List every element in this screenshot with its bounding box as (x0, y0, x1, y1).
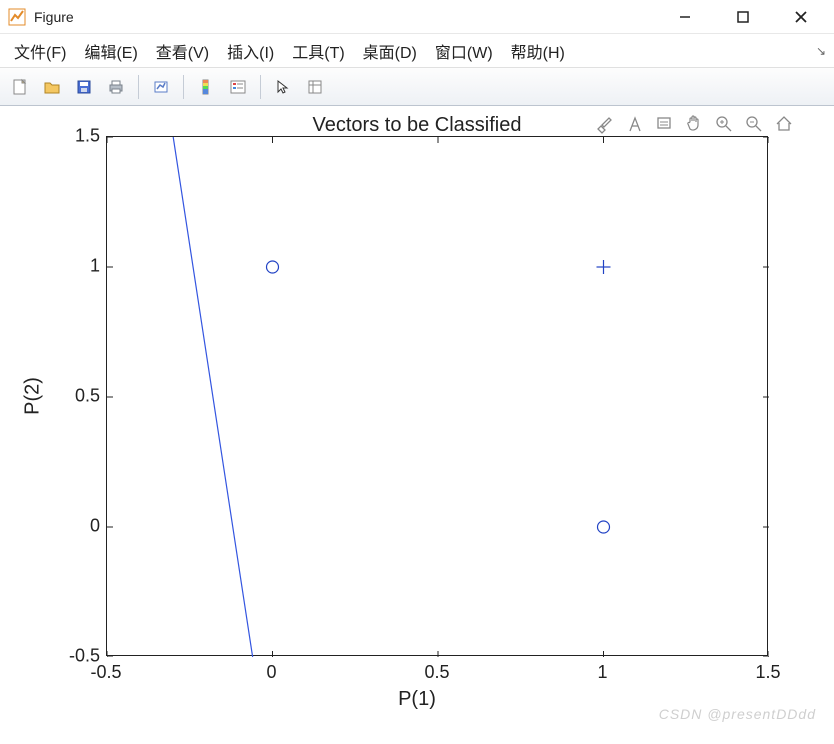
toolbar (0, 68, 834, 106)
y-tick-label: -0.5 (40, 646, 100, 667)
menu-desktop[interactable]: 桌面(D) (359, 37, 421, 65)
property-editor-button[interactable] (301, 73, 329, 101)
menu-help[interactable]: 帮助(H) (507, 37, 569, 65)
colorbar-button[interactable] (192, 73, 220, 101)
y-tick-label: 0 (40, 516, 100, 537)
window-title: Figure (34, 9, 670, 25)
open-file-button[interactable] (38, 73, 66, 101)
toolbar-separator (138, 75, 139, 99)
close-button[interactable] (786, 5, 816, 29)
brush-icon[interactable] (592, 112, 616, 136)
x-tick-label: 0 (266, 662, 276, 683)
plot-svg (107, 137, 769, 657)
home-icon[interactable] (772, 112, 796, 136)
datatips-icon[interactable] (652, 112, 676, 136)
titlebar: Figure (0, 0, 834, 34)
x-tick-label: 0.5 (424, 662, 449, 683)
axes[interactable] (106, 136, 768, 656)
menu-file[interactable]: 文件(F) (10, 37, 70, 65)
matlab-figure-icon (8, 8, 26, 26)
watermark: CSDN @presentDDdd (659, 706, 816, 722)
menu-tools[interactable]: 工具(T) (288, 37, 348, 65)
menu-window[interactable]: 窗口(W) (431, 37, 497, 65)
toolbar-separator (183, 75, 184, 99)
x-tick-label: 1.5 (755, 662, 780, 683)
rotate-icon[interactable] (622, 112, 646, 136)
link-plot-button[interactable] (147, 73, 175, 101)
toolbar-separator (260, 75, 261, 99)
menu-edit[interactable]: 编辑(E) (80, 37, 141, 65)
menubar: 文件(F) 编辑(E) 查看(V) 插入(I) 工具(T) 桌面(D) 窗口(W… (0, 34, 834, 68)
save-button[interactable] (70, 73, 98, 101)
print-button[interactable] (102, 73, 130, 101)
window-controls (670, 5, 826, 29)
x-tick-label: 1 (597, 662, 607, 683)
y-tick-label: 0.5 (40, 386, 100, 407)
menu-expand-icon[interactable]: ↘ (816, 44, 826, 58)
edit-cursor-button[interactable] (269, 73, 297, 101)
minimize-button[interactable] (670, 5, 700, 29)
menu-view[interactable]: 查看(V) (152, 37, 213, 65)
axes-toolbar (592, 112, 796, 136)
zoom-in-icon[interactable] (712, 112, 736, 136)
maximize-button[interactable] (728, 5, 758, 29)
legend-button[interactable] (224, 73, 252, 101)
zoom-out-icon[interactable] (742, 112, 766, 136)
new-figure-button[interactable] (6, 73, 34, 101)
menu-insert[interactable]: 插入(I) (223, 37, 278, 65)
pan-icon[interactable] (682, 112, 706, 136)
plot-area: Vectors to be Classified P(2) P( (0, 106, 834, 744)
y-tick-label: 1 (40, 256, 100, 277)
